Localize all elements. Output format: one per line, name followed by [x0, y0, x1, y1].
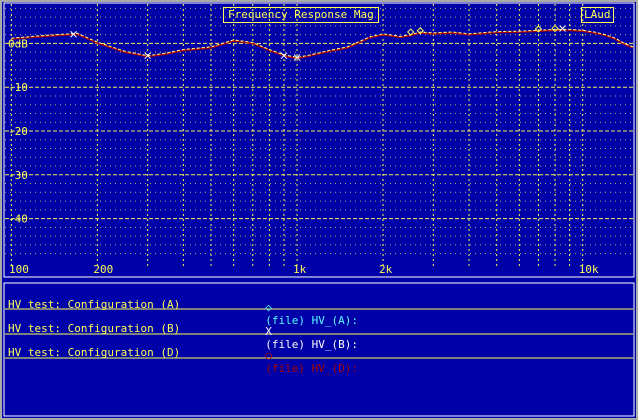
legend-entry-d: ○ (file) HV_(D):	[252, 336, 358, 375]
x-tick-label: 200	[93, 263, 113, 276]
legend-label-d: HV test: Configuration (D)	[8, 346, 181, 359]
legend-label-b: HV test: Configuration (B)	[8, 322, 181, 335]
x-tick-label: 2k	[379, 263, 393, 276]
y-tick-label: -20	[8, 125, 28, 138]
legend-file-d: (file) HV_(D):	[265, 362, 358, 375]
x-tick-label: 1k	[293, 263, 307, 276]
mode-button[interactable]: LAud	[581, 7, 614, 23]
y-tick-label: -10	[8, 81, 28, 94]
x-tick-label: 100	[9, 263, 29, 276]
circle-marker-icon: ○	[265, 349, 272, 362]
y-tick-label: -40	[8, 213, 28, 226]
x-tick-label: 10k	[579, 263, 599, 276]
chart-title: Frequency Response Mag	[223, 7, 379, 23]
legend-label-a: HV test: Configuration (A)	[8, 298, 181, 311]
y-tick-label: 0dB	[8, 37, 28, 50]
y-tick-label: -30	[8, 169, 28, 182]
